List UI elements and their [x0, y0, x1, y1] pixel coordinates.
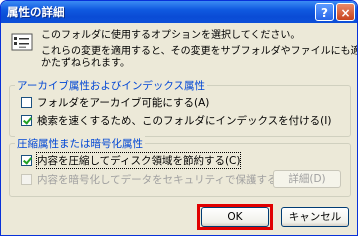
description-line-2: これらの変更を適用すると、その変更をサブフォルダやファイルにも適用するかどう [41, 45, 357, 57]
advanced-attributes-dialog: 属性の詳細 ? × このフォルダに使用するオプションを選択してください。 これら… [0, 0, 358, 236]
encrypt-option-row: 内容を暗号化してデータをセキュリティで保護する(E) [21, 172, 292, 186]
compress-encrypt-group-label: 圧縮属性または暗号化属性 [15, 136, 145, 151]
index-checkbox[interactable] [21, 114, 32, 126]
compress-checkbox[interactable] [21, 154, 32, 166]
title-bar[interactable]: 属性の詳細 ? × [1, 1, 357, 23]
compress-option-row[interactable]: 内容を圧縮してディスク領域を節約する(C) [21, 151, 242, 169]
close-button[interactable]: × [336, 3, 355, 21]
archive-index-group-label: アーカイブ属性およびインデックス属性 [15, 78, 208, 93]
description-line-3: かたずねられます。 [41, 58, 130, 69]
details-button: 詳細(D) [273, 170, 341, 188]
help-button[interactable]: ? [315, 3, 334, 21]
archive-option-label[interactable]: フォルダをアーカイブ可能にする(A) [37, 95, 209, 110]
window-title: 属性の詳細 [7, 5, 65, 19]
archive-checkbox[interactable] [21, 96, 32, 108]
ok-button-highlight [197, 204, 273, 230]
description-line-1: このフォルダに使用するオプションを選択してください。 [41, 30, 301, 41]
description-text: このフォルダに使用するオプションを選択してください。 これらの変更を適用すると、… [41, 30, 357, 71]
cancel-button[interactable]: キャンセル [281, 207, 349, 227]
settings-list-icon [11, 33, 33, 51]
encrypt-option-label: 内容を暗号化してデータをセキュリティで保護する(E) [37, 173, 293, 186]
encrypt-checkbox [21, 173, 32, 185]
index-option-row[interactable]: 検索を速くするため、このフォルダにインデックスを付ける(I) [21, 113, 331, 127]
compress-option-label[interactable]: 内容を圧縮してディスク領域を節約する(C) [35, 151, 242, 169]
archive-option-row[interactable]: フォルダをアーカイブ可能にする(A) [21, 95, 209, 109]
index-option-label[interactable]: 検索を速くするため、このフォルダにインデックスを付ける(I) [37, 113, 331, 128]
